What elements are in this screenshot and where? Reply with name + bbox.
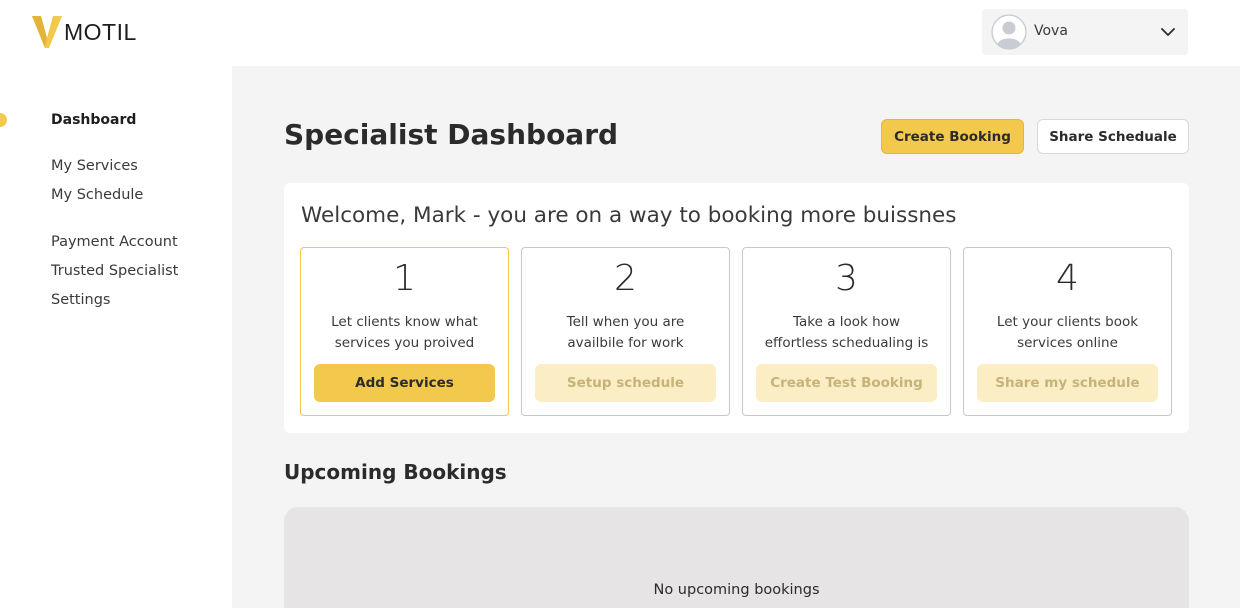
sidebar-item-payment-account[interactable]: Payment Account bbox=[51, 234, 178, 250]
upcoming-bookings-title: Upcoming Bookings bbox=[284, 460, 507, 484]
step-number: 2 bbox=[614, 258, 637, 299]
sidebar: MOTIL Dashboard My Services My Schedule … bbox=[0, 0, 232, 608]
logo-v-icon bbox=[32, 16, 62, 48]
step-description: Let clients know what services you proiv… bbox=[309, 312, 500, 354]
sidebar-item-trusted-specialist[interactable]: Trusted Specialist bbox=[51, 263, 178, 279]
share-my-schedule-button[interactable]: Share my schedule bbox=[977, 364, 1158, 402]
user-name: Vova bbox=[1034, 23, 1068, 39]
step-description: Tell when you are availbile for work bbox=[530, 312, 721, 354]
upcoming-bookings-panel: No upcoming bookings bbox=[284, 507, 1189, 608]
onboarding-step-4: 4 Let your clients book services online … bbox=[963, 247, 1172, 416]
setup-schedule-button[interactable]: Setup schedule bbox=[535, 364, 716, 402]
onboarding-step-2: 2 Tell when you are availbile for work S… bbox=[521, 247, 730, 416]
sidebar-item-settings[interactable]: Settings bbox=[51, 292, 110, 308]
page-title: Specialist Dashboard bbox=[284, 118, 619, 151]
logo-text: MOTIL bbox=[64, 18, 137, 45]
step-description-line: Tell when you are bbox=[566, 314, 685, 330]
step-description-line: services online bbox=[1017, 335, 1118, 351]
user-avatar-icon bbox=[991, 14, 1027, 50]
onboarding-step-3: 3 Take a look how effortless schedualing… bbox=[742, 247, 951, 416]
welcome-card: Welcome, Mark - you are on a way to book… bbox=[284, 183, 1189, 433]
empty-state-text: No upcoming bookings bbox=[653, 582, 820, 598]
step-number: 3 bbox=[835, 258, 858, 299]
chevron-down-icon[interactable] bbox=[1160, 25, 1176, 39]
sidebar-item-dashboard[interactable]: Dashboard bbox=[51, 112, 136, 128]
avatar bbox=[991, 14, 1027, 50]
step-description-line: Take a look how bbox=[792, 314, 901, 330]
step-description-line: Let your clients book bbox=[996, 314, 1139, 330]
step-description-line: availbile for work bbox=[567, 335, 684, 351]
create-test-booking-button[interactable]: Create Test Booking bbox=[756, 364, 937, 402]
user-menu[interactable]: Vova bbox=[982, 9, 1188, 55]
step-description-line: effortless schedualing is bbox=[764, 335, 929, 351]
step-description: Let your clients book services online bbox=[972, 312, 1163, 354]
onboarding-step-1: 1 Let clients know what services you pro… bbox=[300, 247, 509, 416]
step-number: 4 bbox=[1056, 258, 1079, 299]
welcome-text: Welcome, Mark - you are on a way to book… bbox=[301, 203, 957, 228]
step-description-line: services you proived bbox=[334, 335, 475, 351]
motil-logo[interactable]: MOTIL bbox=[32, 14, 137, 50]
share-schedule-button[interactable]: Share Scheduale bbox=[1037, 119, 1189, 154]
create-booking-button[interactable]: Create Booking bbox=[881, 119, 1024, 154]
step-description: Take a look how effortless schedualing i… bbox=[751, 312, 942, 354]
sidebar-item-my-services[interactable]: My Services bbox=[51, 158, 138, 174]
step-number: 1 bbox=[393, 258, 416, 299]
step-description-line: Let clients know what bbox=[331, 314, 478, 330]
sidebar-item-my-schedule[interactable]: My Schedule bbox=[51, 187, 143, 203]
add-services-button[interactable]: Add Services bbox=[314, 364, 495, 402]
active-indicator bbox=[0, 113, 7, 127]
